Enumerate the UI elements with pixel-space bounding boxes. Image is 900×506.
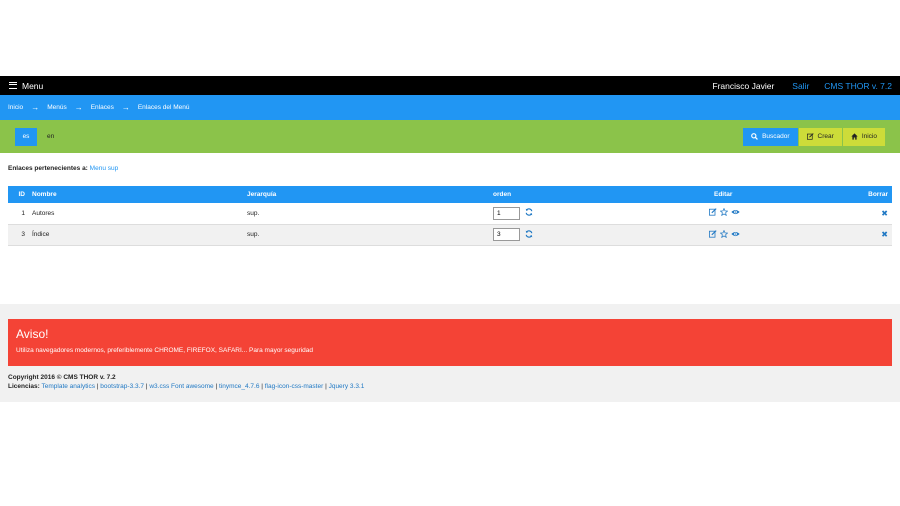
star-icon[interactable] — [720, 208, 728, 217]
search-button[interactable]: Buscador — [743, 127, 798, 146]
menu-toggle[interactable]: Menu — [9, 81, 43, 91]
links-table: ID Nombre Jerarquía orden Editar Borrar … — [8, 186, 892, 246]
logout-link[interactable]: Salir — [792, 81, 809, 91]
eye-icon[interactable] — [731, 208, 740, 216]
user-name: Francisco Javier — [712, 80, 775, 91]
delete-icon[interactable]: ✖ — [881, 230, 888, 239]
page: Menu Francisco Javier Salir CMS THOR v. … — [0, 0, 900, 506]
row-edit-cell — [709, 203, 862, 224]
column-header-delete: Borrar — [868, 191, 888, 198]
footer: Aviso! Utiliza navegadores modernos, pre… — [0, 304, 900, 402]
column-header-edit: Editar — [714, 191, 733, 198]
refresh-icon[interactable] — [525, 229, 533, 240]
search-icon — [751, 133, 758, 140]
order-input[interactable] — [493, 228, 520, 241]
column-header-id[interactable]: ID — [8, 186, 32, 203]
edit-icon[interactable] — [709, 208, 717, 216]
warning-text: Utiliza navegadores modernos, preferible… — [16, 347, 313, 354]
row-hierarchy: sup. — [247, 209, 260, 217]
language-es-button[interactable]: es — [15, 127, 37, 146]
row-name: Índice — [32, 231, 50, 238]
row-delete-cell: ✖ — [862, 224, 892, 245]
menu-label: Menu — [22, 80, 44, 91]
license-link-bootstrap[interactable]: bootstrap-3.3.7 — [100, 383, 144, 390]
top-right-group: Francisco Javier Salir CMS THOR v. 7.2 — [712, 81, 892, 91]
star-icon[interactable] — [720, 229, 728, 238]
row-hierarchy: sup. — [247, 231, 260, 238]
table-header-row: ID Nombre Jerarquía orden Editar Borrar — [8, 186, 892, 203]
breadcrumb-home[interactable]: Inicio — [8, 104, 23, 111]
top-navbar: Menu Francisco Javier Salir CMS THOR v. … — [0, 76, 900, 95]
create-button-label: Crear — [817, 133, 834, 140]
row-edit-cell — [709, 224, 862, 245]
row-id: 3 — [21, 231, 25, 238]
license-link-w3css[interactable]: w3.css Font awesome — [149, 383, 213, 390]
edit-icon — [806, 133, 814, 140]
row-actions — [709, 208, 740, 217]
table-row: 1 Autores sup. ✖ — [8, 203, 892, 224]
table-row: 3 Índice sup. ✖ — [8, 224, 892, 245]
breadcrumb: Inicio → Menús → Enlaces → Enlaces del M… — [0, 95, 900, 120]
breadcrumb-arrow-icon: → — [74, 102, 83, 112]
row-id: 1 — [21, 209, 25, 217]
licenses-label: Licencias: — [8, 383, 40, 390]
edit-icon[interactable] — [709, 229, 717, 238]
search-button-label: Buscador — [762, 133, 790, 140]
language-action-bar: es en Buscador Crear Inicio — [0, 120, 900, 153]
home-icon — [851, 133, 858, 140]
refresh-icon[interactable] — [525, 208, 533, 218]
license-link-flag-icon[interactable]: flag-icon-css-master — [265, 383, 324, 390]
licenses: Licencias: Template analytics | bootstra… — [8, 383, 364, 390]
row-order-cell — [493, 203, 709, 224]
order-input[interactable] — [493, 206, 520, 220]
row-delete-cell: ✖ — [862, 203, 892, 224]
warning-title: Aviso! — [16, 327, 49, 341]
breadcrumb-arrow-icon: → — [121, 102, 130, 112]
column-header-name[interactable]: Nombre — [32, 186, 247, 203]
links-heading-label: Enlaces pertenecientes a: — [8, 165, 88, 172]
create-button[interactable]: Crear — [798, 127, 842, 146]
menu-name-link[interactable]: Menu sup — [90, 165, 119, 172]
action-buttons: Buscador Crear Inicio — [743, 127, 885, 146]
browser-warning: Aviso! Utiliza navegadores modernos, pre… — [8, 319, 892, 366]
eye-icon[interactable] — [731, 230, 740, 238]
cms-version-link[interactable]: CMS THOR v. 7.2 — [824, 81, 892, 91]
row-order-cell — [493, 224, 709, 245]
breadcrumb-menus[interactable]: Menús — [47, 104, 67, 111]
column-header-hierarchy[interactable]: Jerarquía — [247, 186, 493, 203]
breadcrumb-arrow-icon: → — [31, 102, 40, 112]
breadcrumb-links[interactable]: Enlaces — [91, 104, 114, 111]
hamburger-icon — [9, 82, 17, 89]
home-button-label: Inicio — [861, 133, 877, 140]
copyright: Copyright 2016 © CMS THOR v. 7.2 — [8, 374, 116, 381]
row-name: Autores — [32, 209, 55, 217]
license-link-tinymce[interactable]: tinymce_4.7.6 — [219, 383, 259, 390]
breadcrumb-menu-links[interactable]: Enlaces del Menú — [138, 104, 190, 111]
column-header-order[interactable]: orden — [493, 186, 709, 203]
license-link-jquery[interactable]: Jquery 3.3.1 — [329, 383, 365, 390]
delete-icon[interactable]: ✖ — [881, 209, 888, 218]
links-heading: Enlaces pertenecientes a: Menu sup — [8, 165, 118, 172]
row-actions — [709, 229, 740, 238]
language-en-button[interactable]: en — [47, 128, 54, 146]
home-button[interactable]: Inicio — [842, 127, 885, 146]
license-link-template-analytics[interactable]: Template analytics — [42, 383, 95, 390]
